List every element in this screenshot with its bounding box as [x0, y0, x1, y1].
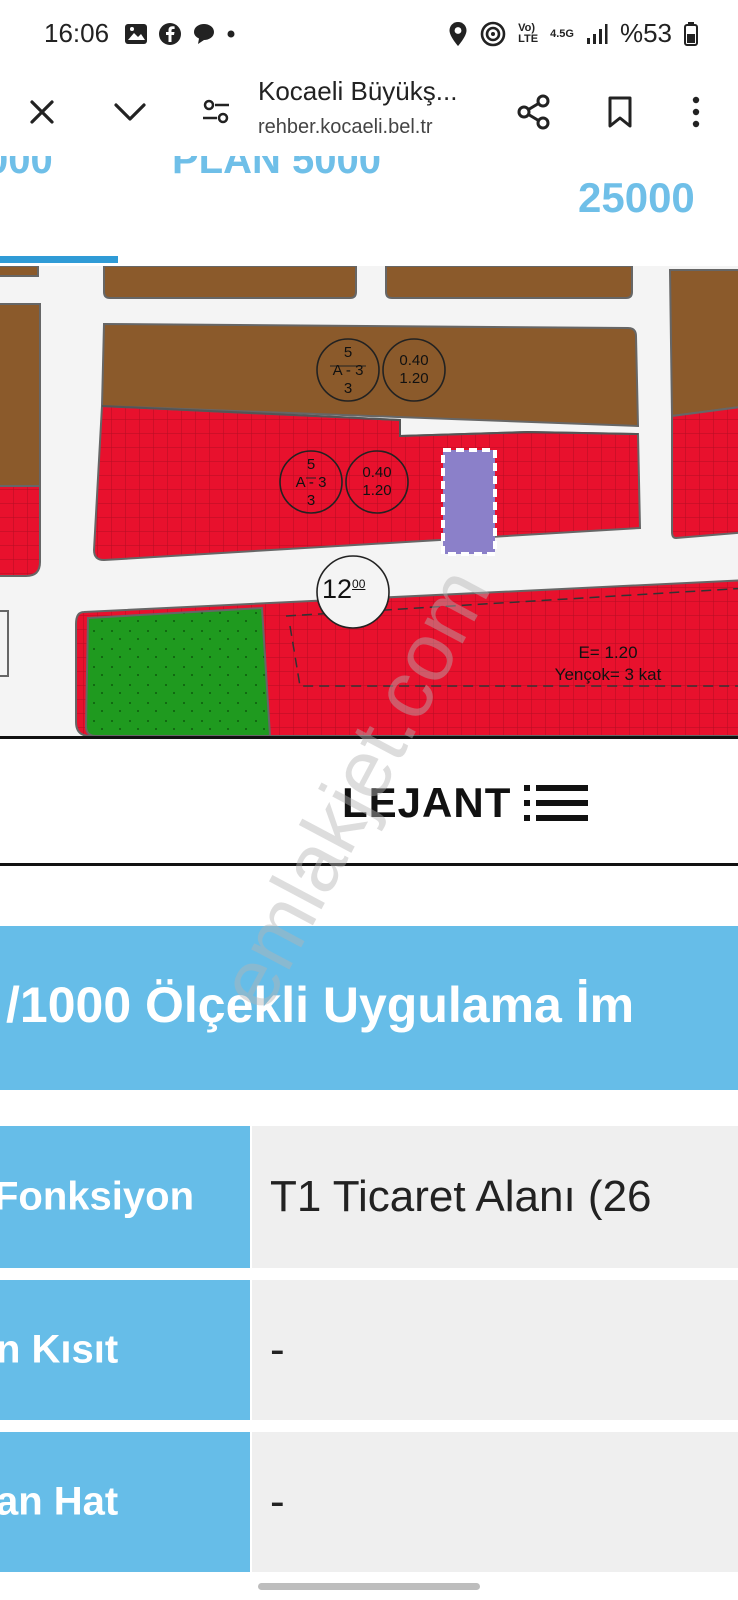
network-gen-label: 4.5G: [550, 27, 574, 40]
tab-1000[interactable]: 000: [0, 156, 53, 183]
selected-parcel: [441, 448, 497, 556]
battery-icon: [684, 21, 698, 46]
zone-upper-floors: 3: [343, 380, 353, 397]
lte-label: LTE: [518, 32, 539, 45]
zone-lower-label: 5 A - 3 3: [280, 456, 342, 510]
function-value: T1 Ticaret Alanı (26: [270, 1172, 652, 1221]
more-options-button[interactable]: [672, 88, 720, 136]
zone-upper-ratio-top: 0.40: [399, 352, 429, 369]
zone-lower-ratio-bottom: 1.20: [362, 482, 392, 499]
chat-icon: [194, 24, 214, 44]
line-key: an Hat: [0, 1479, 119, 1524]
zone-upper-ratio: 0.40 1.20: [383, 352, 445, 388]
share-button[interactable]: [510, 88, 558, 136]
minimize-button[interactable]: [106, 88, 154, 136]
info-row-key-line: an Hat: [0, 1432, 250, 1572]
info-row-value-function: T1 Ticaret Alanı (26: [252, 1126, 738, 1268]
function-key: Fonksiyon: [0, 1174, 195, 1219]
hotspot-icon: [480, 21, 506, 46]
signal-icon: [586, 23, 608, 44]
info-header: /1000 Ölçekli Uygulama İm: [0, 926, 738, 1090]
zone-lower-code: A - 3: [295, 474, 327, 491]
zone-lower-ratio-top: 0.40: [362, 464, 392, 481]
battery-text: %53: [619, 18, 672, 48]
notification-icons: [124, 22, 236, 46]
tab-25000[interactable]: 25000: [578, 174, 695, 222]
status-time: 16:06: [44, 18, 110, 48]
info-title: /1000 Ölçekli Uygulama İm: [6, 977, 635, 1033]
zone-lower-floors: 3: [306, 492, 316, 509]
active-tab-indicator: [0, 256, 118, 263]
parcel-info-label: E= 1.20 Yençok= 3 kat: [528, 642, 688, 686]
zone-lower-ratio: 0.40 1.20: [346, 464, 408, 500]
volte-label: Vo): [518, 21, 536, 34]
road-width-label: 1200: [322, 574, 365, 605]
info-row-key-constraint: n Kısıt: [0, 1280, 250, 1420]
info-row-key-function: Fonksiyon: [0, 1126, 250, 1268]
home-indicator[interactable]: [258, 1583, 480, 1590]
parcel-e-value: E= 1.20: [578, 643, 638, 662]
info-row-value-constraint: -: [252, 1280, 738, 1420]
share-icon: [517, 94, 550, 130]
chevron-down-icon: [114, 103, 146, 121]
bookmark-button[interactable]: [596, 88, 644, 136]
zone-upper-label: 5 A - 3 3: [317, 344, 379, 398]
tune-icon: [203, 99, 229, 124]
page-url[interactable]: rehber.kocaeli.bel.tr: [258, 116, 433, 139]
location-icon: [449, 21, 467, 46]
line-value: -: [270, 1477, 285, 1526]
more-vertical-icon: [692, 96, 700, 128]
zone-upper-density: 5: [343, 344, 353, 361]
zone-upper-code: A - 3: [332, 362, 364, 379]
close-button[interactable]: [18, 88, 66, 136]
constraint-value: -: [270, 1325, 285, 1374]
page-title[interactable]: Kocaeli Büyükş...: [258, 76, 457, 107]
road-width-decimal: 00: [352, 577, 366, 591]
gallery-icon: [125, 24, 147, 44]
site-settings-button[interactable]: [192, 88, 240, 136]
road-width-value: 12: [322, 574, 353, 604]
parcel-yencok-value: Yençok= 3 kat: [554, 665, 662, 684]
zone-upper-ratio-bottom: 1.20: [399, 370, 429, 387]
scale-tabs: 000 PLAN 5000 25000: [0, 156, 738, 267]
volte-indicator: Vo) LTE: [518, 21, 539, 45]
facebook-icon: [159, 23, 181, 45]
list-icon: [524, 785, 588, 821]
status-bar: 16:06 Vo) LTE 4.5G %53: [0, 0, 738, 70]
system-icons: Vo) LTE 4.5G %53: [448, 18, 698, 49]
zone-lower-density: 5: [306, 456, 316, 473]
close-icon: [30, 100, 54, 124]
bookmark-icon: [608, 96, 632, 128]
constraint-key: n Kısıt: [0, 1327, 119, 1372]
dot-icon: [227, 30, 235, 38]
tab-plan-5000[interactable]: PLAN 5000: [172, 156, 381, 183]
info-row-value-line: -: [252, 1432, 738, 1572]
